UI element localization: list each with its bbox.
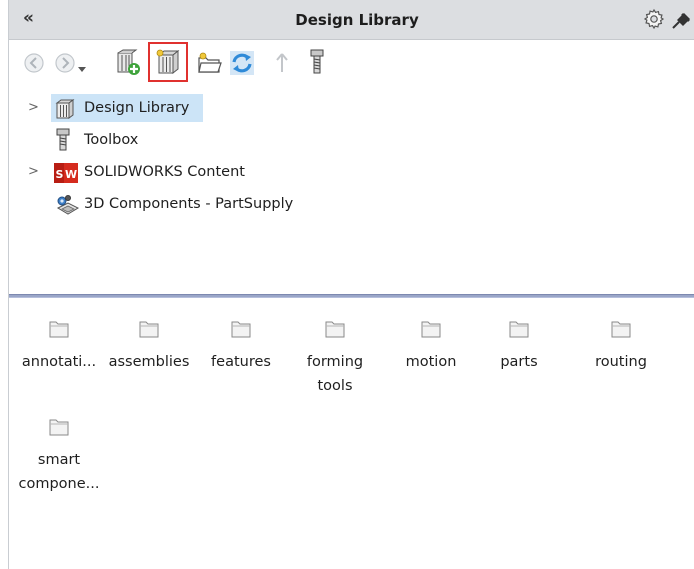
forward-button[interactable]: [54, 52, 76, 78]
tree-item-label: SOLIDWORKS Content: [84, 164, 245, 180]
folder-label: routing: [595, 354, 647, 370]
library-tree: > Design Library Toolbox > S W SOLIDWORK…: [9, 88, 694, 292]
folder-smart-components[interactable]: smart compone...: [11, 416, 107, 496]
folder-icon: [509, 321, 529, 338]
tree-item-3d-components-partsupply[interactable]: 3D Components - PartSupply: [9, 190, 694, 218]
add-to-library-icon: [117, 49, 140, 75]
folder-label: parts: [500, 354, 538, 370]
folder-icon: [49, 321, 69, 338]
history-dropdown[interactable]: [78, 58, 86, 77]
tree-item-label: Design Library: [84, 100, 190, 116]
create-new-folder-button[interactable]: [197, 51, 223, 79]
folder-label: smart compone...: [18, 452, 100, 492]
folder-icon: [139, 321, 159, 338]
toolbar: [9, 40, 694, 84]
pin-icon[interactable]: [671, 10, 693, 34]
tree-item-solidworks-content[interactable]: > S W SOLIDWORKS Content: [9, 158, 694, 186]
partsupply-icon: [54, 194, 80, 226]
folder-icon: [421, 321, 441, 338]
pane-splitter[interactable]: [9, 294, 694, 298]
tree-item-toolbox[interactable]: Toolbox: [9, 126, 694, 154]
add-file-location-button[interactable]: [148, 42, 188, 82]
back-arrow-icon: [24, 53, 44, 73]
gear-icon[interactable]: [643, 8, 665, 34]
svg-text:W: W: [65, 168, 77, 181]
folder-icon: [611, 321, 631, 338]
library-books-icon: [156, 49, 180, 75]
tree-item-label: 3D Components - PartSupply: [84, 196, 294, 212]
folder-motion[interactable]: motion: [383, 318, 479, 374]
tree-item-design-library[interactable]: > Design Library: [9, 94, 694, 122]
chevron-down-icon: [78, 67, 86, 72]
folder-annotations[interactable]: annotati...: [11, 318, 107, 374]
folder-label: assemblies: [108, 354, 190, 370]
folder-content-pane: annotati... assemblies features forming: [9, 300, 694, 569]
tree-item-label: Toolbox: [84, 132, 139, 148]
svg-text:S: S: [56, 168, 64, 181]
add-to-library-button[interactable]: [114, 49, 142, 81]
expand-chevron-icon[interactable]: >: [28, 94, 39, 122]
new-folder-icon: [198, 52, 222, 73]
folder-routing[interactable]: routing: [573, 318, 669, 374]
up-arrow-icon: [276, 53, 288, 72]
folder-label: motion: [405, 354, 457, 370]
design-library-panel: « Design Library > Design Library Toolbo…: [8, 0, 694, 569]
folder-icon: [325, 321, 345, 338]
folder-label: annotati...: [21, 354, 97, 370]
toolbox-button[interactable]: [309, 49, 325, 79]
refresh-button[interactable]: [229, 50, 255, 80]
folder-assemblies[interactable]: assemblies: [101, 318, 197, 374]
folder-icon: [231, 321, 251, 338]
folder-icon: [49, 419, 69, 436]
title-bar: « Design Library: [9, 0, 694, 40]
folder-label: forming tools: [306, 354, 364, 394]
expand-chevron-icon[interactable]: >: [28, 158, 39, 186]
toolbox-bolt-icon: [56, 128, 70, 162]
folder-features[interactable]: features: [193, 318, 289, 374]
folder-label: features: [211, 354, 271, 370]
refresh-icon: [230, 51, 254, 75]
toolbox-bolt-icon: [310, 49, 324, 74]
panel-title: Design Library: [295, 11, 419, 29]
folder-parts[interactable]: parts: [471, 318, 567, 374]
up-one-level-button[interactable]: [275, 52, 289, 78]
forward-arrow-icon: [55, 53, 75, 73]
back-button[interactable]: [23, 52, 45, 78]
folder-forming-tools[interactable]: forming tools: [287, 318, 383, 398]
